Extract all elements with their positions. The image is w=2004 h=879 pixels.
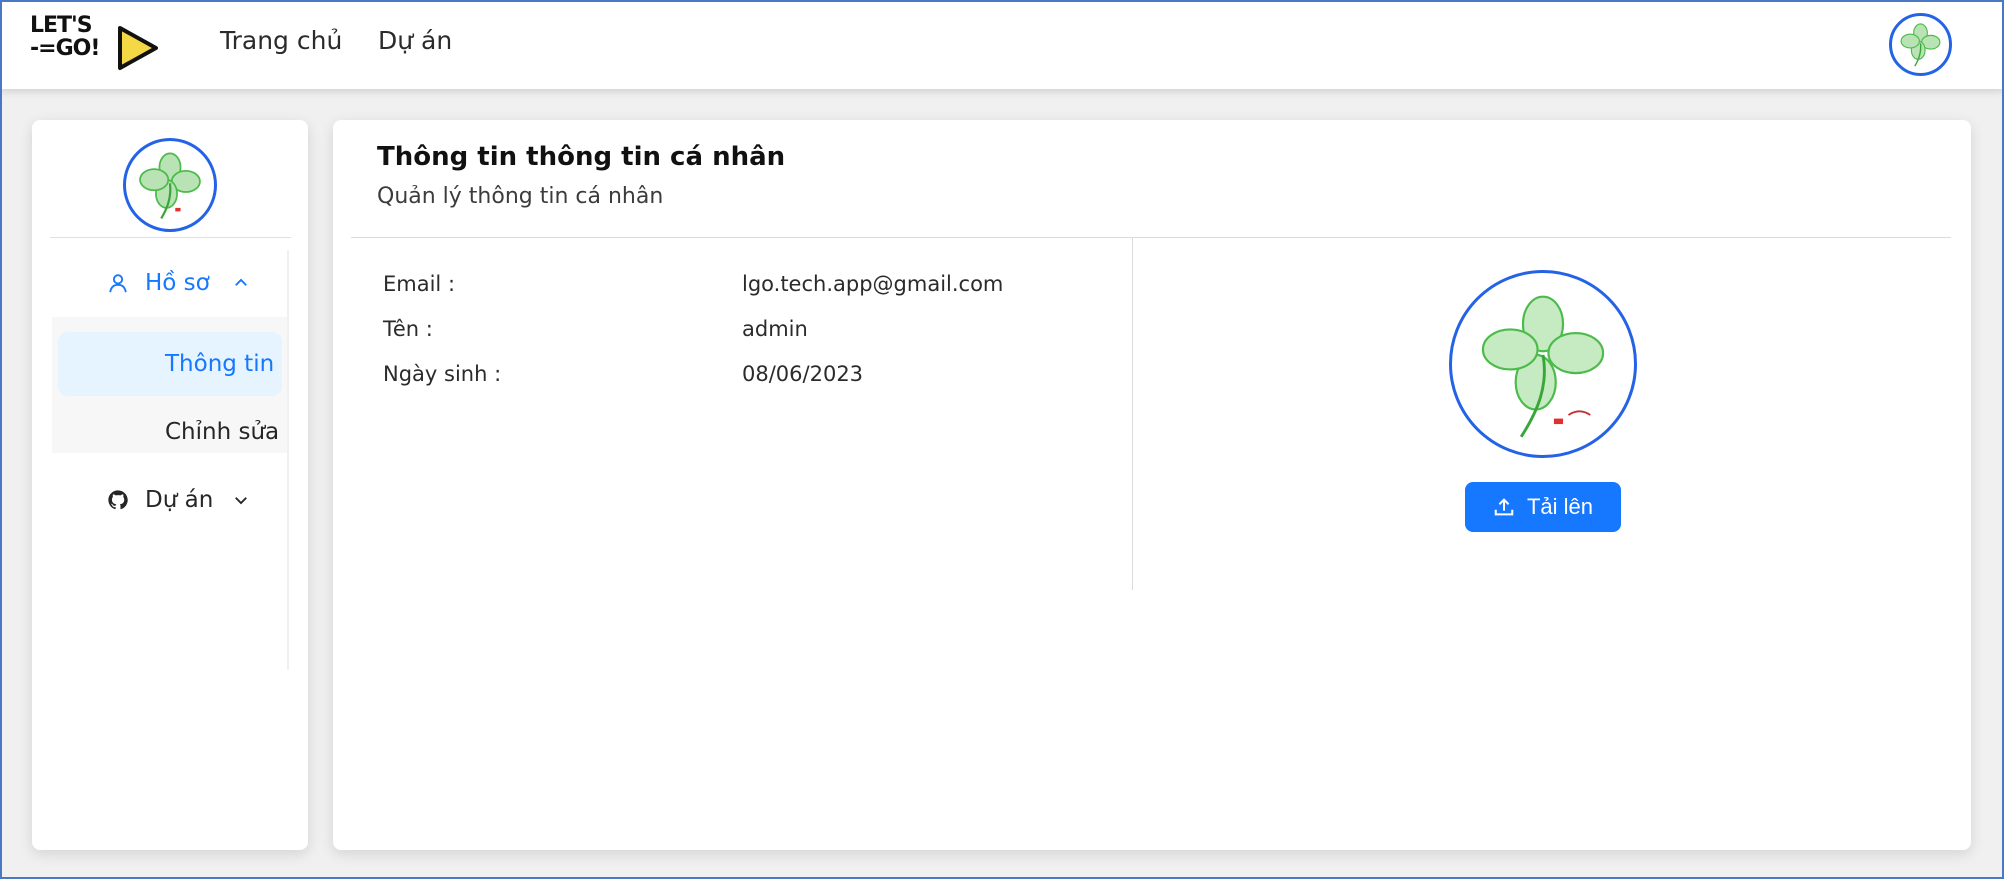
name-value: admin — [742, 317, 808, 341]
birthday-value: 08/06/2023 — [742, 362, 864, 386]
info-row-birthday: Ngày sinh : 08/06/2023 — [383, 362, 1123, 392]
submenu-item-info[interactable]: Thông tin — [58, 332, 282, 396]
nav-projects[interactable]: Dự án — [378, 26, 452, 55]
profile-card: Thông tin thông tin cá nhân Quản lý thôn… — [333, 120, 1971, 850]
menu-item-profile-label: Hồ sơ — [145, 270, 210, 296]
menu-item-profile[interactable]: Hồ sơ — [32, 252, 267, 314]
birthday-label: Ngày sinh : — [383, 362, 502, 386]
submenu-item-info-label: Thông tin — [165, 351, 275, 377]
clover-avatar-image — [139, 152, 201, 220]
page-title: Thông tin thông tin cá nhân — [377, 142, 786, 172]
submenu-item-edit-label: Chỉnh sửa — [165, 419, 280, 445]
chevron-up-icon — [235, 278, 247, 286]
page-subtitle: Quản lý thông tin cá nhân — [377, 184, 664, 209]
info-row-email: Email : lgo.tech.app@gmail.com — [383, 272, 1123, 302]
upload-button-label: Tải lên — [1526, 494, 1594, 519]
sidebar: Hồ sơ Thông tin Chỉnh sửa Dự án — [32, 120, 308, 850]
info-row-name: Tên : admin — [383, 317, 1123, 347]
clover-avatar-image — [1900, 23, 1941, 67]
top-header: LET'S -=GO! Trang chủ Dự án — [0, 0, 2004, 89]
card-divider — [351, 237, 1951, 238]
email-label: Email : — [383, 272, 456, 296]
app-logo[interactable]: LET'S -=GO! — [30, 14, 162, 74]
upload-button[interactable]: Tải lên — [1465, 482, 1621, 532]
user-avatar[interactable] — [1889, 13, 1952, 76]
sidebar-avatar — [123, 138, 217, 232]
column-divider — [1132, 238, 1133, 590]
menu-scroll-track — [287, 250, 289, 670]
email-value: lgo.tech.app@gmail.com — [742, 272, 1004, 296]
clover-avatar-image — [1481, 295, 1605, 438]
nav-home[interactable]: Trang chủ — [220, 26, 342, 55]
github-icon — [108, 490, 128, 510]
sidebar-divider — [50, 237, 291, 238]
chevron-down-icon — [235, 497, 247, 505]
submenu-item-edit[interactable]: Chỉnh sửa — [58, 400, 282, 464]
upload-icon — [1494, 498, 1514, 516]
profile-avatar — [1449, 270, 1637, 458]
play-icon — [118, 26, 158, 70]
logo-text: LET'S -=GO! — [30, 13, 100, 61]
user-icon — [109, 274, 127, 293]
menu-item-projects[interactable]: Dự án — [32, 469, 267, 531]
name-label: Tên : — [383, 317, 433, 341]
menu-item-projects-label: Dự án — [145, 487, 214, 513]
